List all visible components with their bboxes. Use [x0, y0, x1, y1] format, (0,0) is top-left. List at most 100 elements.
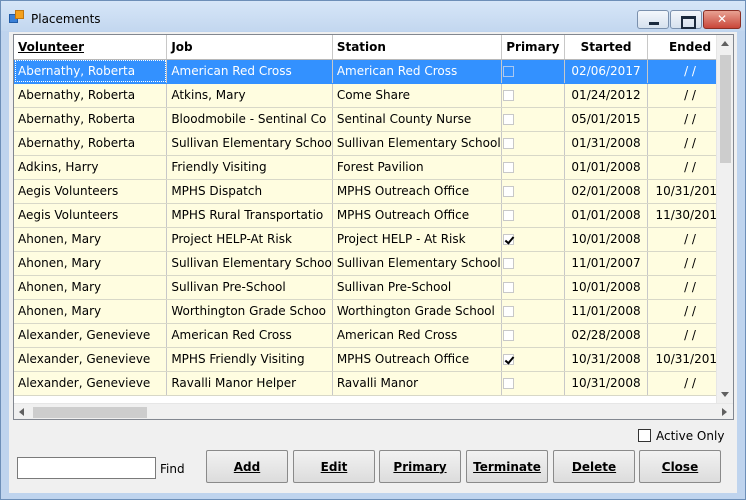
- cell-started[interactable]: 02/28/2008: [564, 323, 649, 348]
- cell-job[interactable]: Friendly Visiting: [166, 155, 333, 180]
- scroll-down-icon[interactable]: [717, 386, 733, 403]
- cell-primary[interactable]: [501, 347, 565, 372]
- cell-job[interactable]: Atkins, Mary: [166, 83, 333, 108]
- table-row[interactable]: Ahonen, Mary Sullivan Pre-School Sullivan …: [14, 275, 733, 300]
- title-bar[interactable]: Placements ✕: [1, 1, 745, 31]
- primary-checkbox[interactable]: [502, 90, 514, 101]
- cell-volunteer[interactable]: Ahonen, Mary: [14, 251, 168, 276]
- cell-primary[interactable]: [501, 83, 565, 108]
- primary-checkbox[interactable]: [502, 354, 514, 365]
- cell-started[interactable]: 10/01/2008: [564, 275, 649, 300]
- table-row[interactable]: Abernathy, Roberta Atkins, Mary Come Share…: [14, 83, 733, 108]
- table-row[interactable]: Adkins, Harry Friendly Visiting Forest Pav…: [14, 155, 733, 180]
- table-row[interactable]: Abernathy, Roberta Sullivan Elementary Sc…: [14, 131, 733, 156]
- cell-job[interactable]: Project HELP-At Risk: [166, 227, 333, 252]
- cell-primary[interactable]: [501, 227, 565, 252]
- primary-checkbox[interactable]: [502, 114, 514, 125]
- cell-station[interactable]: MPHS Outreach Office: [332, 203, 502, 228]
- cell-started[interactable]: 11/01/2008: [564, 299, 649, 324]
- cell-volunteer[interactable]: Abernathy, Roberta: [14, 107, 168, 132]
- table-row[interactable]: Abernathy, Roberta Bloodmobile - Sentinal…: [14, 107, 733, 132]
- cell-job[interactable]: MPHS Dispatch: [166, 179, 333, 204]
- vertical-scroll-thumb[interactable]: [720, 55, 731, 163]
- cell-station[interactable]: Sullivan Elementary School: [332, 131, 502, 156]
- primary-checkbox[interactable]: [502, 234, 514, 245]
- cell-station[interactable]: Sullivan Pre-School: [332, 275, 502, 300]
- primary-checkbox[interactable]: [502, 186, 514, 197]
- cell-started[interactable]: 02/01/2008: [564, 179, 649, 204]
- primary-checkbox[interactable]: [502, 162, 514, 173]
- table-row[interactable]: Ahonen, Mary Sullivan Elementary Schoo Sul…: [14, 251, 733, 276]
- column-header-job[interactable]: Job: [166, 35, 333, 60]
- primary-checkbox[interactable]: [502, 282, 514, 293]
- cell-volunteer[interactable]: Abernathy, Roberta: [14, 59, 168, 84]
- cell-primary[interactable]: [501, 131, 565, 156]
- cell-volunteer[interactable]: Alexander, Genevieve: [14, 323, 168, 348]
- table-row[interactable]: Aegis Volunteers MPHS Dispatch MPHS Outrea…: [14, 179, 733, 204]
- primary-checkbox[interactable]: [502, 210, 514, 221]
- scroll-right-icon[interactable]: [716, 404, 733, 419]
- primary-checkbox[interactable]: [502, 258, 514, 269]
- add-button[interactable]: Add: [206, 450, 288, 483]
- cell-started[interactable]: 10/31/2008: [564, 347, 649, 372]
- window-close-button[interactable]: ✕: [703, 10, 741, 29]
- horizontal-scrollbar[interactable]: [14, 403, 733, 419]
- table-row[interactable]: Ahonen, Mary Worthington Grade Schoo Worth…: [14, 299, 733, 324]
- cell-started[interactable]: 02/06/2017: [564, 59, 649, 84]
- cell-volunteer[interactable]: Aegis Volunteers: [14, 203, 168, 228]
- primary-checkbox[interactable]: [502, 378, 514, 389]
- primary-checkbox[interactable]: [502, 330, 514, 341]
- cell-volunteer[interactable]: Ahonen, Mary: [14, 275, 168, 300]
- cell-volunteer[interactable]: Alexander, Genevieve: [14, 371, 168, 396]
- cell-primary[interactable]: [501, 155, 565, 180]
- maximize-button[interactable]: [670, 10, 702, 29]
- cell-job[interactable]: Sullivan Elementary Schoo: [166, 251, 333, 276]
- primary-button[interactable]: Primary: [379, 450, 461, 483]
- cell-volunteer[interactable]: Alexander, Genevieve: [14, 347, 168, 372]
- find-input[interactable]: [17, 457, 156, 479]
- horizontal-scroll-thumb[interactable]: [33, 407, 147, 418]
- cell-primary[interactable]: [501, 323, 565, 348]
- scroll-up-icon[interactable]: [717, 35, 733, 52]
- cell-primary[interactable]: [501, 59, 565, 84]
- cell-job[interactable]: Sullivan Pre-School: [166, 275, 333, 300]
- cell-primary[interactable]: [501, 107, 565, 132]
- primary-checkbox[interactable]: [502, 66, 514, 77]
- cell-started[interactable]: 01/01/2008: [564, 203, 649, 228]
- table-row[interactable]: Alexander, Genevieve Ravalli Manor Helper…: [14, 371, 733, 396]
- cell-station[interactable]: American Red Cross: [332, 323, 502, 348]
- column-header-station[interactable]: Station: [332, 35, 502, 60]
- table-row[interactable]: Aegis Volunteers MPHS Rural Transportatio…: [14, 203, 733, 228]
- cell-started[interactable]: 11/01/2007: [564, 251, 649, 276]
- cell-station[interactable]: MPHS Outreach Office: [332, 179, 502, 204]
- cell-volunteer[interactable]: Adkins, Harry: [14, 155, 168, 180]
- cell-station[interactable]: Come Share: [332, 83, 502, 108]
- cell-station[interactable]: Sullivan Elementary School: [332, 251, 502, 276]
- cell-primary[interactable]: [501, 299, 565, 324]
- column-header-started[interactable]: Started: [564, 35, 649, 60]
- column-header-volunteer[interactable]: Volunteer: [14, 35, 168, 60]
- minimize-button[interactable]: [637, 10, 669, 29]
- cell-job[interactable]: Bloodmobile - Sentinal Co: [166, 107, 333, 132]
- cell-primary[interactable]: [501, 203, 565, 228]
- column-header-primary[interactable]: Primary: [501, 35, 565, 60]
- cell-job[interactable]: MPHS Rural Transportatio: [166, 203, 333, 228]
- cell-started[interactable]: 05/01/2015: [564, 107, 649, 132]
- cell-station[interactable]: Ravalli Manor: [332, 371, 502, 396]
- vertical-scrollbar[interactable]: [716, 35, 733, 403]
- cell-station[interactable]: Worthington Grade School: [332, 299, 502, 324]
- cell-job[interactable]: Sullivan Elementary Schoo: [166, 131, 333, 156]
- scroll-left-icon[interactable]: [14, 404, 31, 419]
- primary-checkbox[interactable]: [502, 138, 514, 149]
- table-row[interactable]: Abernathy, Roberta American Red Cross Amer…: [14, 59, 733, 84]
- cell-volunteer[interactable]: Aegis Volunteers: [14, 179, 168, 204]
- cell-volunteer[interactable]: Abernathy, Roberta: [14, 83, 168, 108]
- cell-primary[interactable]: [501, 251, 565, 276]
- cell-station[interactable]: MPHS Outreach Office: [332, 347, 502, 372]
- cell-primary[interactable]: [501, 275, 565, 300]
- cell-job[interactable]: American Red Cross: [166, 323, 333, 348]
- cell-started[interactable]: 01/24/2012: [564, 83, 649, 108]
- edit-button[interactable]: Edit: [293, 450, 375, 483]
- primary-checkbox[interactable]: [502, 306, 514, 317]
- cell-volunteer[interactable]: Ahonen, Mary: [14, 227, 168, 252]
